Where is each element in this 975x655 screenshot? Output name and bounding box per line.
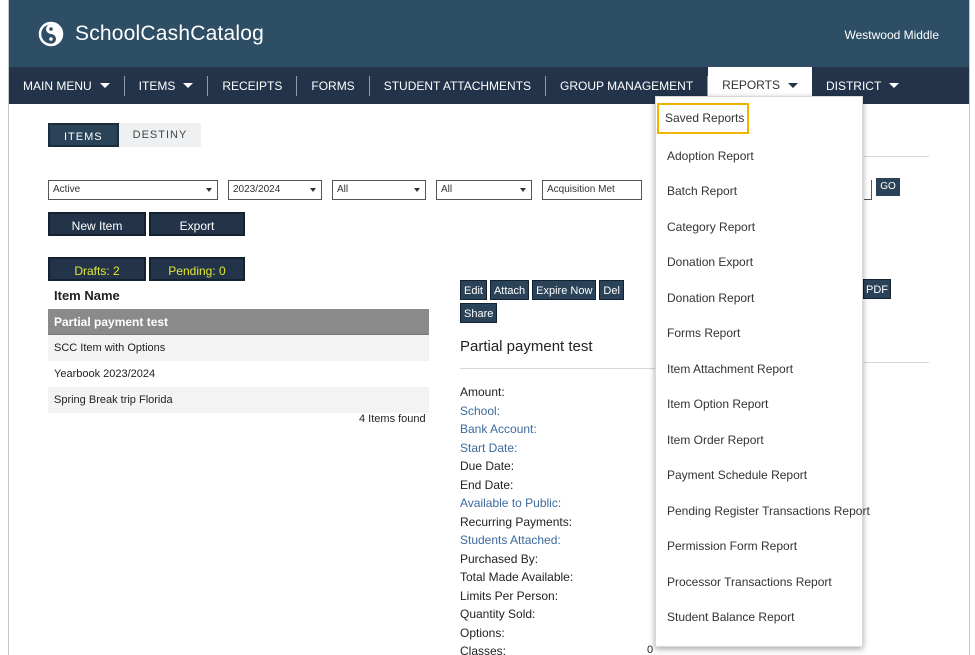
field-label: Purchased By: — [460, 551, 539, 566]
chevron-down-icon — [99, 83, 110, 88]
divider — [864, 362, 929, 363]
items-found-count: 4 Items found — [359, 413, 426, 425]
menu-item-permission-form-report[interactable]: Permission Form Report — [661, 529, 857, 565]
year-select[interactable]: 2023/2024 — [228, 180, 322, 200]
expire-now-button[interactable]: Expire Now — [532, 280, 597, 300]
chevron-down-icon — [310, 188, 316, 192]
swirl-logo-icon — [38, 21, 64, 47]
menu-item-forms-report[interactable]: Forms Report — [661, 316, 857, 352]
menu-item-student-balance-report[interactable]: Student Balance Report — [661, 600, 857, 636]
field-label: Due Date: — [460, 459, 515, 473]
menu-item-donation-report[interactable]: Donation Report — [661, 281, 857, 317]
attach-button[interactable]: Attach — [489, 280, 530, 300]
field-label: End Date: — [460, 477, 514, 492]
app-window: SchoolCashCatalog Westwood Middle MAIN M… — [8, 0, 970, 655]
nav-item-forms[interactable]: FORMS — [297, 75, 370, 96]
detail-title: Partial payment test — [460, 338, 593, 355]
menu-item-processor-transactions-report[interactable]: Processor Transactions Report — [661, 565, 857, 601]
menu-item-pending-register-transactions-report[interactable]: Pending Register Transactions Report — [661, 494, 870, 530]
item-list: Partial payment test SCC Item with Optio… — [48, 309, 429, 413]
nav-item-label: MAIN MENU — [23, 78, 92, 93]
delete-button[interactable]: Del — [599, 280, 624, 300]
field-label[interactable]: Start Date: — [460, 439, 573, 458]
field-label[interactable]: Available to Public: — [460, 494, 573, 513]
list-item[interactable]: Spring Break trip Florida — [48, 387, 429, 413]
field-label[interactable]: Bank Account: — [460, 420, 573, 439]
app-header: SchoolCashCatalog Westwood Middle — [9, 0, 969, 67]
pending-badge[interactable]: Pending: 0 — [149, 257, 245, 281]
nav-item-main-menu[interactable]: MAIN MENU — [9, 75, 125, 96]
menu-item-item-attachment-report[interactable]: Item Attachment Report — [661, 352, 857, 388]
nav-item-district[interactable]: DISTRICT — [812, 76, 913, 96]
field-label: Quantity Sold: — [460, 607, 536, 621]
new-item-button[interactable]: New Item — [48, 212, 146, 236]
toggle-destiny[interactable]: DESTINY — [118, 123, 202, 147]
filter-bar: Active 2023/2024 All All Acquisition Met — [48, 180, 642, 200]
toggle-items[interactable]: ITEMS — [48, 123, 119, 147]
menu-item-donation-export[interactable]: Donation Export — [661, 245, 857, 281]
field-label: Total Made Available: — [460, 570, 574, 584]
list-item[interactable]: Partial payment test — [48, 309, 429, 335]
share-button[interactable]: Share — [460, 303, 498, 323]
drafts-badge[interactable]: Drafts: 2 — [48, 257, 146, 281]
menu-item-item-option-report[interactable]: Item Option Report — [661, 387, 857, 423]
nav-item-label: RECEIPTS — [222, 78, 283, 93]
nav-item-label: STUDENT ATTACHMENTS — [383, 78, 532, 93]
chevron-down-icon — [787, 83, 798, 88]
nav-item-student-attachments[interactable]: STUDENT ATTACHMENTS — [370, 75, 547, 96]
pdf-button[interactable]: PDF — [863, 279, 891, 299]
search-input[interactable] — [864, 180, 872, 200]
nav-item-items[interactable]: ITEMS — [125, 75, 209, 96]
edit-button[interactable]: Edit — [460, 280, 487, 300]
nav-item-receipts[interactable]: RECEIPTS — [208, 75, 298, 96]
list-item[interactable]: Yearbook 2023/2024 — [48, 361, 429, 387]
menu-item-saved-reports[interactable]: Saved Reports — [657, 103, 749, 134]
chevron-down-icon — [414, 188, 420, 192]
field-label: Limits Per Person: — [460, 588, 559, 603]
search-go-button[interactable]: GO — [876, 178, 900, 196]
chevron-down-icon — [183, 83, 194, 88]
menu-item-adoption-report[interactable]: Adoption Report — [661, 139, 857, 175]
nav-item-group-management[interactable]: GROUP MANAGEMENT — [546, 75, 709, 96]
chevron-down-icon — [206, 188, 212, 192]
nav-item-label: FORMS — [311, 78, 355, 93]
list-item[interactable]: SCC Item with Options — [48, 335, 429, 361]
app-logo[interactable]: SchoolCashCatalog — [37, 20, 264, 48]
field-label: Options: — [460, 625, 505, 640]
menu-item-batch-report[interactable]: Batch Report — [661, 174, 857, 210]
field-label[interactable]: Students Attached: — [460, 531, 573, 550]
reports-dropdown-menu: Saved Reports Adoption Report Batch Report… — [655, 96, 870, 647]
divider — [460, 368, 655, 369]
field-label[interactable]: School: — [460, 402, 573, 421]
app-title: SchoolCashCatalog — [75, 22, 265, 45]
filter-select-4[interactable]: All — [436, 180, 532, 200]
menu-item-item-order-report[interactable]: Item Order Report — [661, 423, 857, 459]
menu-item-payment-schedule-report[interactable]: Payment Schedule Report — [661, 458, 857, 494]
field-label: Classes: — [460, 644, 507, 655]
filter-select-3[interactable]: All — [332, 180, 426, 200]
status-select[interactable]: Active — [48, 180, 218, 200]
menu-item-category-report[interactable]: Category Report — [661, 210, 857, 246]
export-button[interactable]: Export — [149, 212, 245, 236]
detail-fields: Amount: School: Bank Account: Start Date: Du… — [460, 383, 573, 655]
field-label: Amount: — [460, 385, 505, 399]
view-toggle: ITEMS DESTINY — [48, 123, 202, 147]
divider — [864, 156, 929, 157]
chevron-down-icon — [889, 83, 900, 88]
field-label: Recurring Payments: — [460, 514, 573, 529]
school-name[interactable]: Westwood Middle — [845, 28, 940, 42]
detail-actions: Edit Attach Expire Now Del — [460, 280, 624, 300]
chevron-down-icon — [520, 188, 526, 192]
nav-item-label: GROUP MANAGEMENT — [560, 78, 694, 93]
item-name-header[interactable]: Item Name — [54, 288, 120, 303]
field-value: 0 — [647, 644, 654, 655]
nav-item-label: ITEMS — [138, 78, 176, 93]
nav-item-label: DISTRICT — [825, 78, 882, 93]
filter-select-5[interactable]: Acquisition Met — [542, 180, 642, 200]
